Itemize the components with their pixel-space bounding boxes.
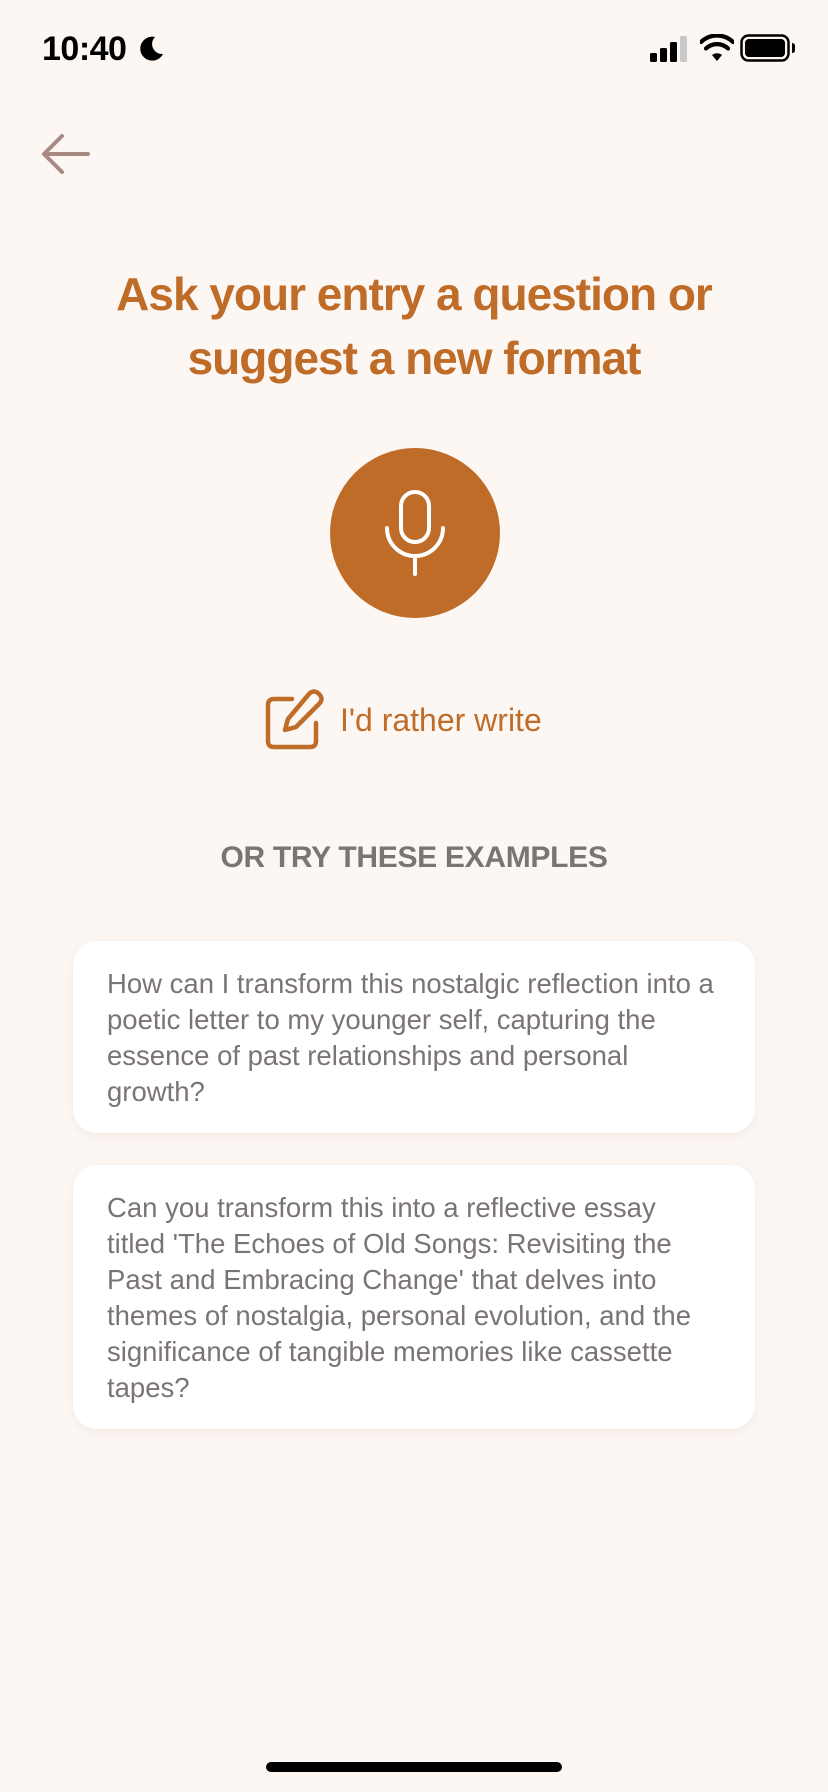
moon-icon (140, 36, 163, 61)
examples-heading: OR TRY THESE EXAMPLES (220, 841, 608, 874)
wifi-icon (700, 34, 734, 61)
example-prompt-card[interactable]: Can you transform this into a reflective… (73, 1165, 755, 1429)
pencil-square-icon (265, 689, 324, 750)
arrow-left-icon (42, 134, 90, 174)
cellular-signal-icon (650, 36, 687, 62)
example-prompt-card[interactable]: How can I transform this nostalgic refle… (73, 941, 755, 1133)
back-button[interactable] (34, 124, 98, 188)
home-indicator[interactable] (266, 1762, 562, 1772)
status-bar: 10:40 (0, 0, 828, 100)
write-instead-label: I'd rather write (340, 702, 542, 738)
record-voice-button[interactable] (330, 448, 500, 618)
status-time: 10:40 (42, 30, 127, 68)
write-instead-button[interactable]: I'd rather write (262, 689, 542, 750)
page-title: Ask your entry a question or suggest a n… (116, 268, 713, 384)
example-prompt-text: Can you transform this into a reflective… (107, 1192, 691, 1403)
example-prompt-text: How can I transform this nostalgic refle… (107, 968, 714, 1107)
battery-icon (740, 34, 795, 62)
microphone-icon (385, 490, 445, 576)
